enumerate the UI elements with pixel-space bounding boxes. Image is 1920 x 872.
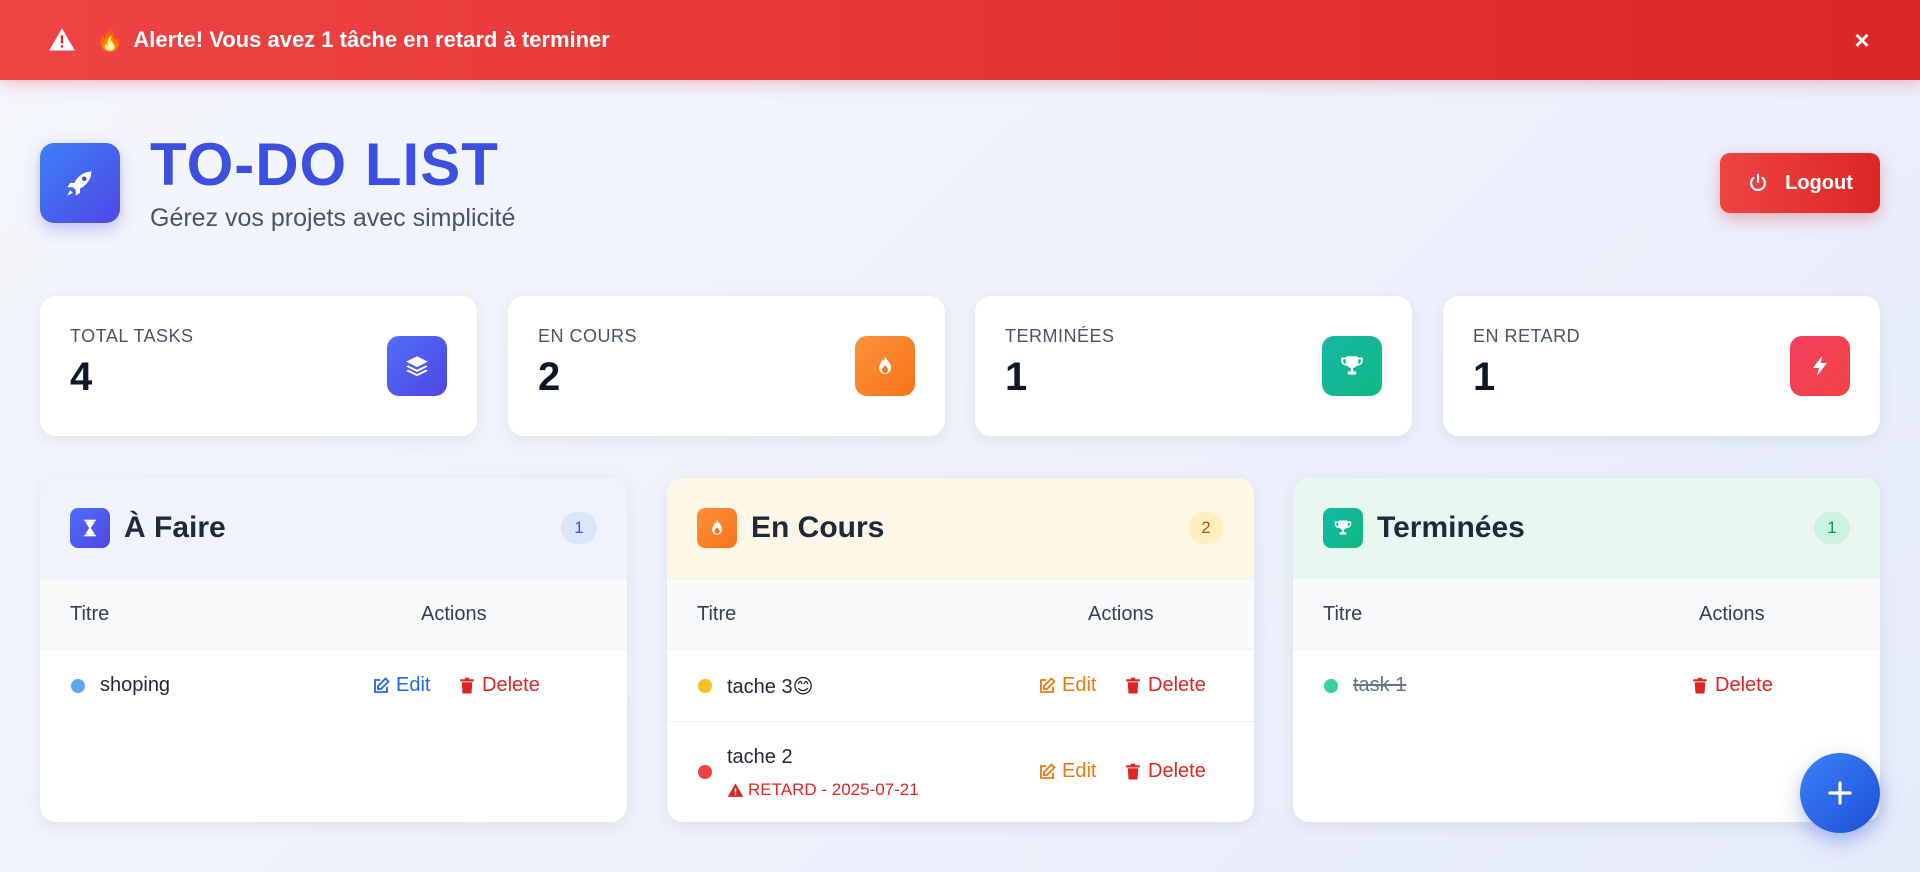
status-dot xyxy=(698,765,712,779)
trash-icon xyxy=(460,677,474,693)
table-header: Titre Actions xyxy=(667,578,1254,650)
hourglass-icon xyxy=(70,508,110,548)
warning-icon xyxy=(49,28,75,51)
fire-emoji: 🔥 xyxy=(96,27,124,52)
edit-icon xyxy=(1040,676,1056,693)
column-count-badge: 2 xyxy=(1188,512,1224,544)
overdue-label: RETARD - 2025-07-21 xyxy=(727,780,919,800)
delete-label: Delete xyxy=(482,674,540,696)
fire-icon xyxy=(855,336,915,396)
task-row: task 1 Delete xyxy=(1293,650,1880,722)
column-header-actions: Actions xyxy=(421,603,487,625)
stat-card-done: TERMINÉES 1 xyxy=(975,296,1412,436)
edit-label: Edit xyxy=(396,674,431,696)
column-header-title: Titre xyxy=(70,603,110,625)
table-header: Titre Actions xyxy=(1293,578,1880,650)
warning-icon xyxy=(727,782,744,797)
delete-button[interactable]: Delete xyxy=(1124,674,1206,697)
edit-label: Edit xyxy=(1062,760,1097,782)
column-title: À Faire xyxy=(124,511,226,544)
task-row: tache 3😊 Edit Delete xyxy=(667,650,1254,722)
column-in-progress: En Cours 2 Titre Actions tache 3😊 Edit D… xyxy=(667,478,1254,822)
overdue-date: RETARD - 2025-07-21 xyxy=(748,780,919,799)
edit-icon xyxy=(374,676,390,693)
column-count-badge: 1 xyxy=(1814,512,1850,544)
alert-message: Alerte! Vous avez 1 tâche en retard à te… xyxy=(133,27,610,52)
delete-label: Delete xyxy=(1148,760,1206,782)
status-dot xyxy=(698,679,712,693)
table-header: Titre Actions xyxy=(40,578,627,650)
column-header-actions: Actions xyxy=(1088,603,1154,625)
column-header-title: Titre xyxy=(1323,603,1363,625)
stat-card-overdue: EN RETARD 1 xyxy=(1443,296,1880,436)
task-title: tache 2 xyxy=(727,746,793,768)
close-alert-button[interactable]: × xyxy=(1850,27,1874,53)
logout-button[interactable]: Logout xyxy=(1720,153,1880,213)
edit-label: Edit xyxy=(1062,674,1097,696)
column-header: À Faire 1 xyxy=(40,478,627,578)
add-task-button[interactable] xyxy=(1800,753,1880,833)
trash-icon xyxy=(1126,677,1140,693)
column-title: Terminées xyxy=(1377,511,1525,544)
power-icon xyxy=(1750,173,1767,192)
trash-icon xyxy=(1126,763,1140,779)
edit-button[interactable]: Edit xyxy=(1038,674,1096,697)
layers-icon xyxy=(387,336,447,396)
task-title: shoping xyxy=(100,674,171,696)
column-header-title: Titre xyxy=(697,603,737,625)
page-header: TO-DO LIST Gérez vos projets avec simpli… xyxy=(40,130,515,233)
delete-button[interactable]: Delete xyxy=(1691,674,1773,697)
task-row-overdue: tache 2 RETARD - 2025-07-21 Edit Delete xyxy=(667,722,1254,822)
task-title: task 1 xyxy=(1353,674,1407,696)
column-count-badge: 1 xyxy=(561,512,597,544)
column-header: Terminées 1 xyxy=(1293,478,1880,578)
status-dot xyxy=(71,679,85,693)
overdue-alert-banner: 🔥 Alerte! Vous avez 1 tâche en retard à … xyxy=(0,0,1920,80)
plus-icon xyxy=(1828,781,1852,805)
trash-icon xyxy=(1693,677,1707,693)
delete-label: Delete xyxy=(1715,674,1773,696)
trophy-icon xyxy=(1323,508,1363,548)
edit-button[interactable]: Edit xyxy=(372,674,430,697)
bolt-icon xyxy=(1790,336,1850,396)
page-title: TO-DO LIST xyxy=(150,131,499,198)
delete-label: Delete xyxy=(1148,674,1206,696)
status-dot xyxy=(1324,679,1338,693)
stat-card-total: TOTAL TASKS 4 xyxy=(40,296,477,436)
column-title: En Cours xyxy=(751,511,885,544)
task-title: tache 3😊 xyxy=(727,676,814,698)
column-done: Terminées 1 Titre Actions task 1 Delete xyxy=(1293,478,1880,822)
column-header-actions: Actions xyxy=(1699,603,1765,625)
task-row: shoping Edit Delete xyxy=(40,650,627,722)
app-logo xyxy=(40,143,120,223)
edit-icon xyxy=(1040,762,1056,779)
rocket-icon xyxy=(67,171,92,196)
page-subtitle: Gérez vos projets avec simplicité xyxy=(150,204,516,232)
delete-button[interactable]: Delete xyxy=(458,674,540,697)
edit-button[interactable]: Edit xyxy=(1038,760,1096,783)
column-header: En Cours 2 xyxy=(667,478,1254,578)
logout-label: Logout xyxy=(1785,171,1853,194)
trophy-icon xyxy=(1322,336,1382,396)
stat-card-in-progress: EN COURS 2 xyxy=(508,296,945,436)
column-todo: À Faire 1 Titre Actions shoping Edit Del… xyxy=(40,478,627,822)
fire-icon xyxy=(697,508,737,548)
delete-button[interactable]: Delete xyxy=(1124,760,1206,783)
